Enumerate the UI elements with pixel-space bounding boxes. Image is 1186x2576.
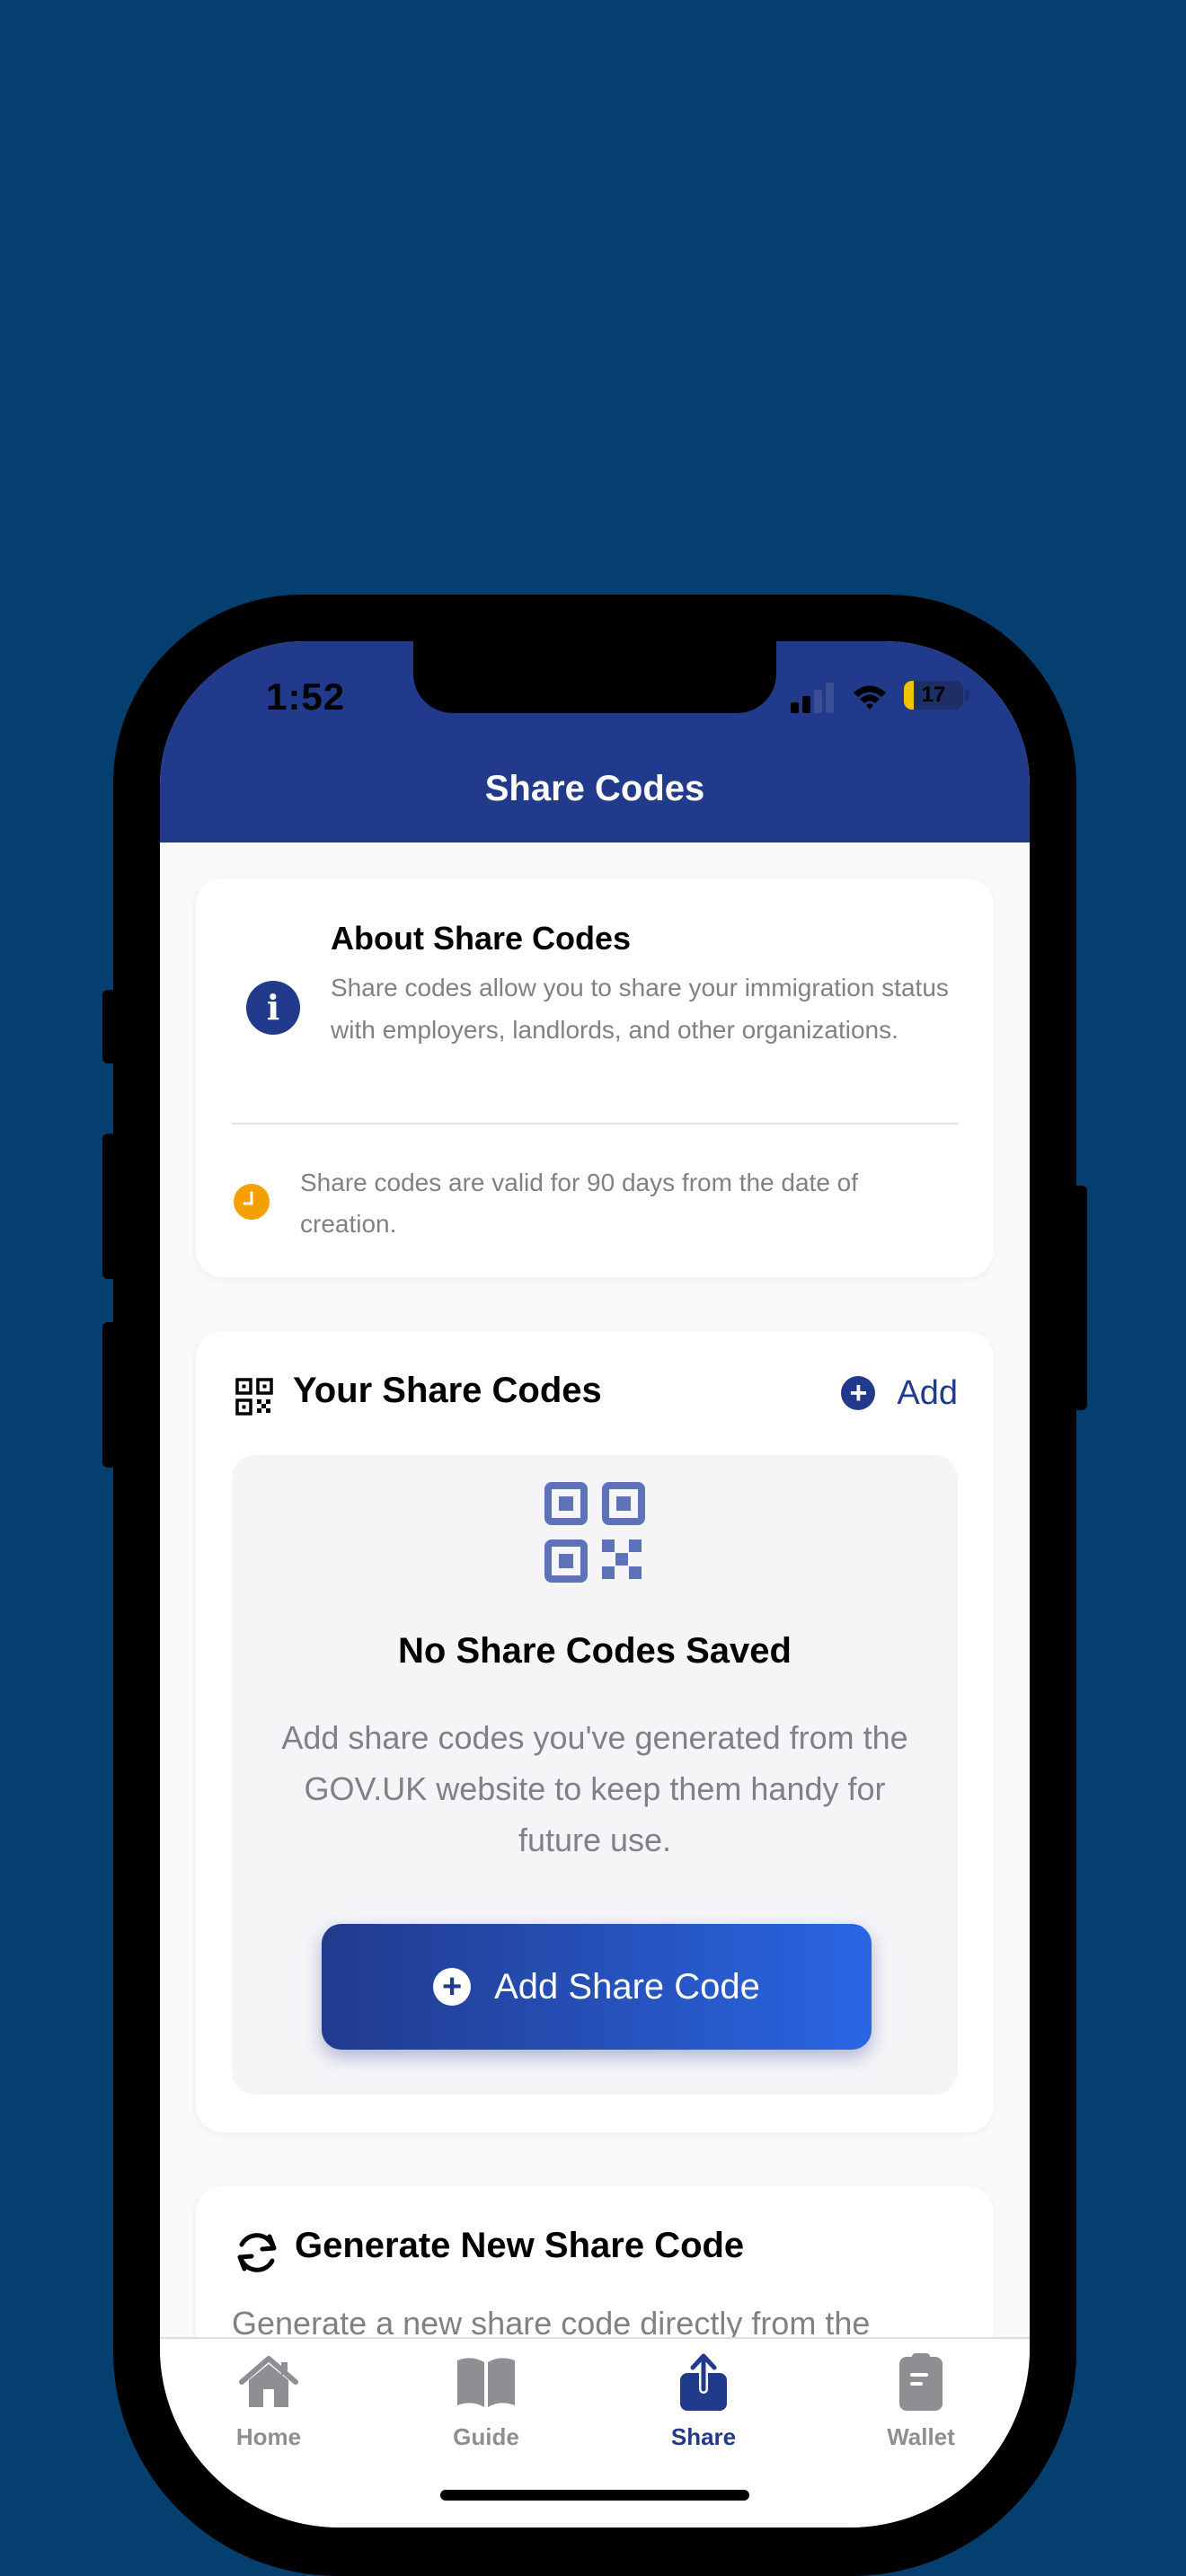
add-link-button[interactable]: + Add	[841, 1371, 958, 1416]
empty-state-description: Add share codes you've generated from th…	[281, 1719, 908, 1858]
tab-home-label: Home	[235, 2423, 302, 2450]
clock-icon	[234, 1184, 270, 1220]
status-icons: 17	[791, 677, 970, 713]
generate-title: Generate New Share Code	[295, 2226, 745, 2265]
share-icon	[680, 2353, 727, 2411]
battery-percent: 17	[921, 683, 946, 707]
home-indicator[interactable]	[440, 2490, 749, 2501]
your-codes-card: Your Share Codes + Add No Share Codes Sa…	[196, 1331, 994, 2132]
plus-circle-icon: +	[433, 1968, 472, 2006]
wifi-icon	[854, 685, 886, 710]
status-time: 1:52	[266, 675, 346, 718]
add-share-code-label: Add Share Code	[494, 1966, 760, 2007]
add-share-code-button[interactable]: + Add Share Code	[322, 1924, 872, 2050]
tab-guide[interactable]: Guide	[377, 2353, 595, 2451]
signal-icon	[791, 683, 837, 713]
empty-state-title: No Share Codes Saved	[398, 1631, 792, 1671]
camera-notch	[413, 641, 776, 713]
tab-wallet[interactable]: Wallet	[812, 2353, 1030, 2451]
app-screen: 1:52 17 Share Codes i About Share Codes …	[160, 641, 1030, 2527]
plus-circle-icon: +	[841, 1376, 876, 1410]
wallet-icon	[899, 2353, 943, 2411]
phone-frame: 1:52 17 Share Codes i About Share Codes …	[113, 595, 1076, 2576]
qr-code-icon	[235, 1378, 273, 1416]
validity-note: Share codes are valid for 90 days from t…	[300, 1169, 859, 1238]
qr-code-large-icon	[544, 1482, 645, 1583]
tab-share[interactable]: Share	[595, 2353, 812, 2451]
about-title: About Share Codes	[331, 920, 632, 957]
about-card: i About Share Codes Share codes allow yo…	[196, 878, 994, 1277]
home-icon	[239, 2356, 298, 2407]
battery-icon: 17	[904, 681, 963, 710]
tab-share-label: Share	[670, 2423, 737, 2450]
empty-state: No Share Codes Saved Add share codes you…	[232, 1455, 958, 2095]
about-description: Share codes allow you to share your immi…	[331, 974, 949, 1044]
divider	[232, 1123, 958, 1125]
info-icon: i	[246, 981, 300, 1035]
refresh-icon	[237, 2233, 277, 2272]
page-title: Share Codes	[484, 769, 705, 808]
your-codes-title: Your Share Codes	[293, 1371, 602, 1410]
tab-wallet-label: Wallet	[887, 2423, 955, 2450]
app-header: 1:52 17 Share Codes	[160, 641, 1030, 842]
book-icon	[457, 2358, 515, 2407]
tab-guide-label: Guide	[453, 2423, 519, 2450]
scroll-content[interactable]: i About Share Codes Share codes allow yo…	[160, 842, 1030, 2420]
tab-home[interactable]: Home	[160, 2353, 377, 2451]
add-link-label: Add	[897, 1373, 958, 1412]
battery-tip	[965, 690, 969, 701]
